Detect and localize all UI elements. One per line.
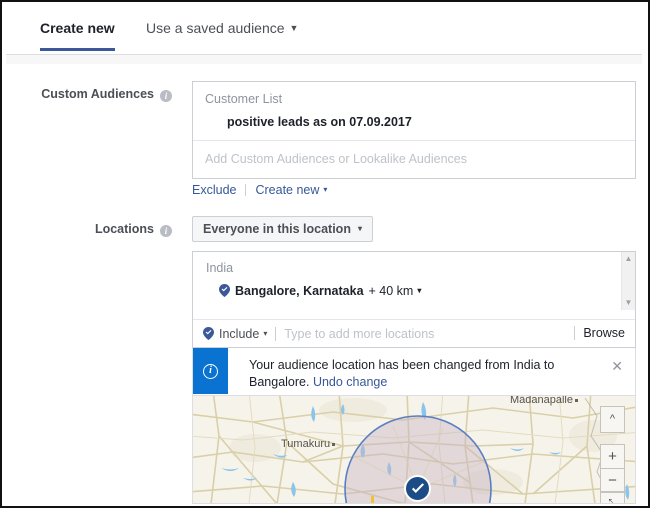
locations-input-row: Include ▾ Type to add more locations Brow… (193, 320, 635, 347)
info-icon[interactable]: i (160, 90, 172, 102)
browse-button-label: Browse (583, 326, 625, 340)
tab-bar: Create new Use a saved audience ▼ (6, 4, 642, 55)
map-pin-icon (219, 284, 230, 297)
chevron-down-icon: ▾ (357, 224, 362, 233)
custom-audiences-group-title: Customer List (205, 92, 283, 106)
ads-audience-panel: Create new Use a saved audience ▼ Custom … (6, 4, 642, 506)
input-divider (275, 327, 277, 341)
locations-scrollbar[interactable]: ▲ ▼ (621, 252, 635, 310)
create-new-audience-link-label: Create new (255, 183, 320, 197)
map-label-dot (332, 443, 336, 446)
tab-create-new-label: Create new (40, 20, 115, 36)
include-exclude-dropdown[interactable]: Include ▾ (193, 320, 267, 348)
custom-audiences-group: Customer List positive leads as on 07.09… (193, 82, 635, 141)
create-new-audience-link[interactable]: Create new ▾ (255, 183, 327, 197)
location-city-name: Bangalore, Karnataka (235, 284, 364, 298)
map-fullscreen-button[interactable]: ⤡ (600, 492, 625, 503)
scroll-up-icon[interactable]: ▲ (624, 255, 633, 263)
map-marker-bangalore[interactable] (404, 475, 431, 502)
locations-label-text: Locations (94, 222, 154, 236)
custom-audiences-input[interactable]: Add Custom Audiences or Lookalike Audien… (193, 141, 635, 178)
close-icon[interactable]: ✕ (611, 359, 623, 373)
notification-message: Your audience location has been changed … (249, 357, 579, 391)
undo-change-link[interactable]: Undo change (313, 375, 387, 389)
custom-audience-selected-item[interactable]: positive leads as on 07.09.2017 (205, 115, 623, 129)
include-label: Include (219, 327, 260, 341)
browse-divider (574, 326, 576, 340)
info-icon[interactable]: i (160, 225, 172, 237)
info-icon: i (203, 364, 218, 379)
location-map[interactable]: Tumakuru Mādanapalle ^ + − ⤡ (192, 396, 636, 504)
location-scope-dropdown[interactable]: Everyone in this location ▾ (192, 216, 373, 242)
custom-audiences-box: Customer List positive leads as on 07.09… (192, 81, 636, 179)
map-label-dot (575, 399, 578, 402)
map-label-tumakuru: Tumakuru (281, 438, 336, 450)
tab-use-saved-audience-label: Use a saved audience (146, 20, 285, 36)
location-radius: + 40 km (368, 284, 414, 298)
notification-message-text: Your audience location has been changed … (249, 358, 555, 389)
tabbar-shadow-strip (6, 55, 642, 64)
exclude-link[interactable]: Exclude (192, 183, 236, 197)
locations-label: Locations i (30, 222, 172, 237)
scroll-down-icon[interactable]: ▼ (624, 299, 633, 307)
chevron-down-icon: ▼ (289, 23, 299, 33)
locations-list: India Bangalore, Karnataka + 40 km ▾ ▲ ▼ (193, 252, 635, 320)
locations-box: India Bangalore, Karnataka + 40 km ▾ ▲ ▼ I… (192, 251, 636, 348)
browse-button[interactable]: Browse (566, 320, 625, 347)
tab-create-new[interactable]: Create new (40, 20, 115, 51)
link-divider (245, 184, 247, 196)
tab-use-saved-audience[interactable]: Use a saved audience ▼ (146, 20, 298, 36)
map-pan-up-button[interactable]: ^ (600, 406, 625, 433)
chevron-down-icon: ▾ (263, 329, 268, 338)
map-label-madanapalle: Mādanapalle (510, 396, 578, 406)
chevron-down-icon: ▾ (323, 185, 328, 194)
location-change-notification: i Your audience location has been change… (192, 348, 636, 396)
custom-audiences-label: Custom Audiences i (30, 87, 172, 102)
map-zoom-out-button[interactable]: − (600, 468, 625, 492)
screenshot-frame: Create new Use a saved audience ▼ Custom … (0, 0, 650, 508)
location-country-header: India (206, 261, 234, 275)
location-scope-value: Everyone in this location (203, 222, 351, 236)
notification-icon-block: i (193, 348, 228, 394)
map-zoom-in-button[interactable]: + (600, 444, 625, 468)
custom-audiences-label-text: Custom Audiences (41, 87, 154, 101)
map-pin-icon (203, 323, 214, 340)
check-icon (412, 483, 424, 493)
location-typeahead-input[interactable]: Type to add more locations (284, 327, 434, 341)
custom-audiences-links: Exclude Create new ▾ (192, 183, 327, 197)
location-entry-bangalore[interactable]: Bangalore, Karnataka + 40 km ▾ (193, 284, 635, 298)
chevron-down-icon[interactable]: ▾ (417, 286, 421, 295)
